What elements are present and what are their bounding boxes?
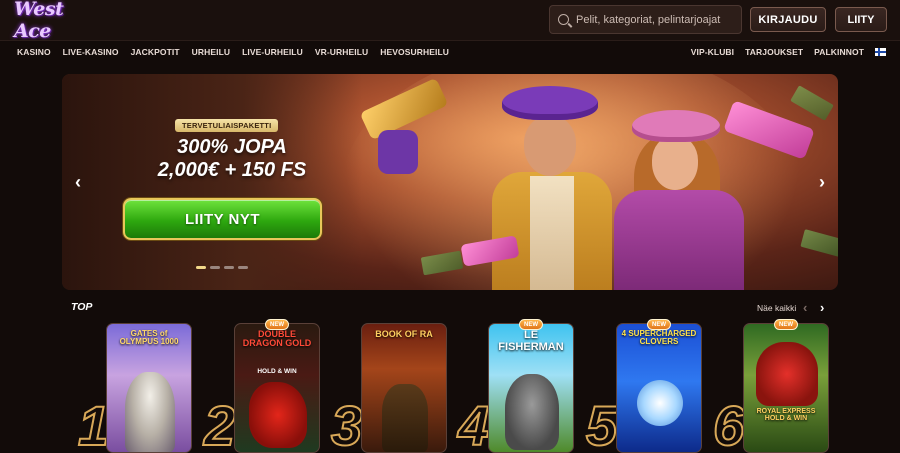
nav-item-live-urheilu[interactable]: LIVE-URHEILU: [242, 47, 303, 57]
game-title: BOOK OF RA: [375, 329, 433, 339]
search-input[interactable]: [576, 13, 736, 26]
carousel-dot[interactable]: [210, 266, 220, 269]
game-title: 4 SUPERCHARGED CLOVERS: [621, 329, 697, 347]
game-tile-4-supercharged-clovers[interactable]: 4 SUPERCHARGED CLOVERS: [616, 323, 702, 453]
see-all-link[interactable]: Näe kaikki: [757, 303, 796, 313]
game-title: GATES of OLYMPUS 1000: [119, 329, 179, 347]
nav-item-live-kasino[interactable]: LIVE-KASINO: [63, 47, 119, 57]
cowboy-face: [524, 116, 576, 176]
hero-headline-line1: 300% JOPA: [177, 136, 287, 158]
rank-number: 1: [77, 394, 110, 453]
game-tile-double-dragon-gold[interactable]: DOUBLE DRAGON GOLD HOLD & WIN: [234, 323, 320, 453]
carousel-dot[interactable]: [224, 266, 234, 269]
main-nav: KASINO LIVE-KASINO JACKPOTIT URHEILU LIV…: [0, 40, 900, 62]
hero-headline-line2: 2,000€ + 150 FS: [157, 159, 307, 181]
carousel-dot[interactable]: [238, 266, 248, 269]
logo-text: West Ace: [14, 0, 64, 42]
cowboy-glove: [378, 130, 418, 174]
nav-item-vip-klubi[interactable]: VIP-KLUBI: [691, 47, 734, 57]
money-bill-icon: [800, 229, 838, 257]
chevron-left-icon[interactable]: ‹: [70, 172, 86, 192]
rank-number: 6: [712, 394, 745, 453]
nav-item-urheilu[interactable]: URHEILU: [192, 47, 230, 57]
nav-item-vr-urheilu[interactable]: VR-URHEILU: [315, 47, 368, 57]
site-logo[interactable]: West Ace: [14, 0, 100, 42]
nav-item-jackpotit[interactable]: JACKPOTIT: [131, 47, 180, 57]
nav-item-kasino[interactable]: KASINO: [17, 47, 51, 57]
rank-number: 5: [585, 394, 618, 453]
cowgirl-hat: [632, 110, 720, 142]
game-artwork: [125, 372, 175, 452]
game-artwork: [382, 384, 428, 452]
join-button[interactable]: LIITY: [835, 7, 887, 32]
new-badge: NEW: [774, 319, 798, 330]
chevron-right-icon[interactable]: ›: [814, 172, 830, 192]
cowboy-shirt: [530, 176, 574, 290]
cowboy-hat: [502, 86, 598, 120]
cowgirl-face: [652, 136, 698, 190]
game-artwork: [249, 382, 307, 448]
game-title: DOUBLE DRAGON GOLD: [242, 329, 312, 349]
new-badge: NEW: [519, 319, 543, 330]
game-artwork: [756, 342, 818, 406]
rank-number: 2: [203, 394, 236, 453]
nav-item-tarjoukset[interactable]: TARJOUKSET: [745, 47, 803, 57]
game-tile-le-fisherman[interactable]: LE FISHERMAN: [488, 323, 574, 453]
nav-right: VIP-KLUBI TARJOUKSET PALKINNOT: [691, 41, 886, 63]
game-tile-gates-of-olympus[interactable]: GATES of OLYMPUS 1000: [106, 323, 192, 453]
search-box[interactable]: [549, 5, 742, 34]
rank-number: 3: [330, 394, 363, 453]
rank-number: 4: [457, 394, 490, 453]
search-icon: [558, 14, 569, 25]
login-button[interactable]: KIRJAUDU: [750, 7, 826, 32]
carousel-dot[interactable]: [196, 266, 206, 269]
money-bill-icon: [790, 85, 834, 121]
nav-item-hevosurheilu[interactable]: HEVOSURHEILU: [380, 47, 449, 57]
game-tile-royal-express[interactable]: ROYAL EXPRESS HOLD & WIN: [743, 323, 829, 453]
join-now-button[interactable]: LIITY NYT: [123, 198, 322, 240]
game-title: LE FISHERMAN: [498, 329, 564, 353]
chevron-left-icon[interactable]: ‹: [803, 300, 807, 315]
hero-banner[interactable]: TERVETULIAISPAKETTI 300% JOPA 2,000€ + 1…: [62, 74, 838, 290]
new-badge: NEW: [647, 319, 671, 330]
welcome-badge: TERVETULIAISPAKETTI: [175, 119, 279, 132]
nav-left: KASINO LIVE-KASINO JACKPOTIT URHEILU LIV…: [17, 41, 449, 63]
chevron-right-icon[interactable]: ›: [820, 300, 824, 315]
cowgirl-outfit: [614, 190, 744, 290]
top-bar: West Ace KIRJAUDU LIITY: [0, 0, 900, 42]
new-badge: NEW: [265, 319, 289, 330]
game-title: ROYAL EXPRESS HOLD & WIN: [756, 408, 816, 423]
finland-flag-icon[interactable]: [875, 48, 886, 56]
carousel-dots: [196, 266, 248, 269]
nav-item-palkinnot[interactable]: PALKINNOT: [814, 47, 864, 57]
hero-background: [62, 74, 362, 290]
game-artwork: [637, 380, 683, 426]
game-tile-book-of-ra[interactable]: BOOK OF RA: [361, 323, 447, 453]
game-artwork: [505, 374, 559, 450]
section-title-top: TOP: [71, 301, 93, 313]
game-subtitle: HOLD & WIN: [257, 368, 297, 375]
